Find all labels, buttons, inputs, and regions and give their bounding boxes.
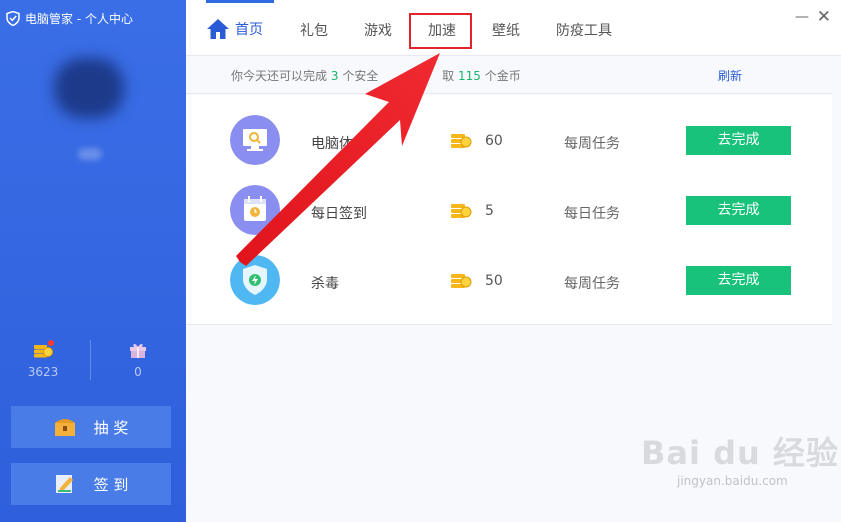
tab-bar: 首页 礼包 游戏 加速 壁纸 防疫工具 — ✕ [186, 0, 841, 56]
highlight-box [409, 13, 472, 49]
tab-home[interactable]: 首页 [206, 18, 263, 40]
gift-balance[interactable]: 0 [103, 342, 173, 379]
summary-coins: 115 [458, 69, 481, 83]
summary-middle: 个安全 [342, 69, 379, 83]
tab-tools[interactable]: 防疫工具 [556, 20, 612, 40]
stat-divider [90, 340, 91, 380]
summary-suffix: 个金币 [484, 69, 521, 83]
minimize-button[interactable]: — [795, 9, 809, 25]
task-name: 杀毒 [311, 276, 339, 292]
baidu-watermark: Bai du 经验 jingyan.baidu.com [641, 428, 839, 488]
task-type: 每周任务 [564, 136, 620, 152]
coin-balance[interactable]: 3623 [8, 340, 78, 379]
summary-count: 3 [330, 69, 339, 83]
summary-prefix: 你今天还可以完成 [231, 69, 328, 83]
coin-stack-icon [33, 340, 54, 358]
sidebar: 电脑管家 - 个人中心 3623 0 抽 奖 签 到 [0, 0, 186, 522]
task-list: 电脑体检 60 每周任务 去完成 每日签到 5 每日任务 去完成 杀毒 50 每… [186, 95, 832, 325]
task-coins: 5 [485, 203, 494, 219]
watermark-sub: jingyan.baidu.com [677, 474, 788, 488]
close-button[interactable]: ✕ [817, 7, 831, 27]
refresh-link[interactable]: 刷新 [718, 67, 742, 84]
edit-note-icon [55, 475, 73, 493]
task-coins: 60 [485, 133, 503, 149]
task-summary: 你今天还可以完成 3 个安全 取 115 个金币 [231, 67, 521, 84]
user-level-badge [78, 148, 102, 160]
app-title-text: 电脑管家 - 个人中心 [25, 12, 133, 26]
shield-bolt-icon [230, 255, 280, 305]
summary-middle2: 取 [442, 69, 455, 83]
task-row: 每日签到 5 每日任务 去完成 [186, 175, 832, 245]
gift-count: 0 [134, 365, 142, 379]
task-type: 每周任务 [564, 276, 620, 292]
coin-count: 3623 [27, 365, 59, 379]
tab-home-label: 首页 [235, 22, 263, 38]
task-name: 电脑体检 [311, 136, 367, 152]
lottery-button[interactable]: 抽 奖 [11, 406, 171, 448]
task-name: 每日签到 [311, 206, 367, 222]
complete-task-button[interactable]: 去完成 [686, 196, 791, 225]
monitor-scan-icon [230, 115, 280, 165]
gift-icon [128, 342, 148, 358]
task-row: 杀毒 50 每周任务 去完成 [186, 245, 832, 315]
complete-task-button[interactable]: 去完成 [686, 126, 791, 155]
shield-logo-icon [6, 11, 20, 26]
watermark-main: Bai du 经验 [641, 434, 839, 472]
complete-task-button[interactable]: 去完成 [686, 266, 791, 295]
signin-label: 签 到 [93, 475, 129, 494]
task-summary-row: 你今天还可以完成 3 个安全 取 115 个金币 刷新 [186, 56, 832, 94]
task-row: 电脑体检 60 每周任务 去完成 [186, 105, 832, 175]
tab-game[interactable]: 游戏 [364, 20, 392, 40]
avatar[interactable] [54, 58, 124, 118]
coin-stack-icon [451, 204, 472, 218]
coin-stack-icon [451, 274, 472, 288]
home-icon [207, 19, 229, 39]
lottery-label: 抽 奖 [93, 418, 129, 437]
treasure-chest-icon [54, 419, 75, 436]
app-title: 电脑管家 - 个人中心 [6, 10, 133, 27]
main-panel: 首页 礼包 游戏 加速 壁纸 防疫工具 — ✕ 你今天还可以完成 3 个安全 取… [186, 0, 841, 522]
task-coins: 50 [485, 273, 503, 289]
signin-button[interactable]: 签 到 [11, 463, 171, 505]
task-type: 每日任务 [564, 206, 620, 222]
calendar-icon [230, 185, 280, 235]
notification-dot [48, 340, 54, 346]
tab-gift[interactable]: 礼包 [300, 20, 328, 40]
tab-wallpaper[interactable]: 壁纸 [492, 20, 520, 40]
active-tab-indicator [206, 0, 274, 3]
coin-stack-icon [451, 134, 472, 148]
